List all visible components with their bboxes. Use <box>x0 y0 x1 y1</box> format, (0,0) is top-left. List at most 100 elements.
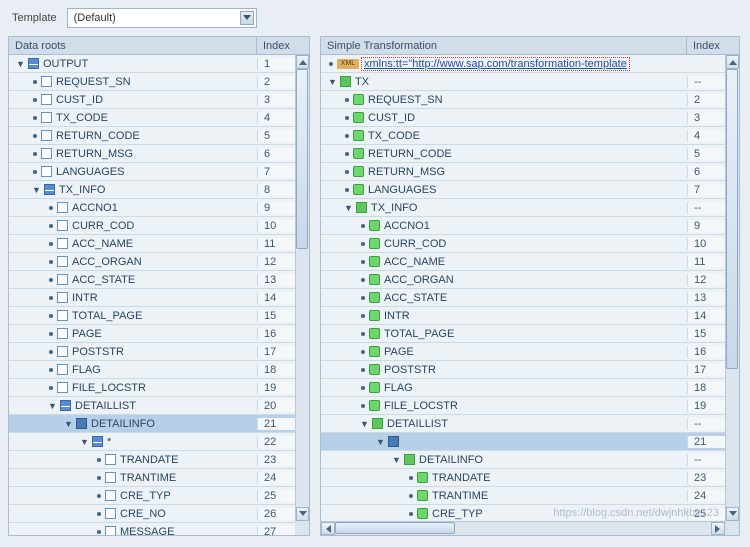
tree-row[interactable]: PAGE16 <box>321 343 739 361</box>
tree-row[interactable]: ▼OUTPUT1 <box>9 55 309 73</box>
tree-row[interactable]: RETURN_MSG6 <box>9 145 309 163</box>
bullet-icon <box>49 206 53 210</box>
col-index[interactable]: Index <box>257 37 309 55</box>
tree-row[interactable]: FLAG18 <box>9 361 309 379</box>
tree-row[interactable]: ACC_ORGAN12 <box>321 271 739 289</box>
bullet-icon <box>49 368 53 372</box>
template-dropdown[interactable]: (Default) <box>67 8 257 28</box>
tree-row[interactable]: ▼DETAILLIST-- <box>321 415 739 433</box>
tree-row[interactable]: LANGUAGES7 <box>9 163 309 181</box>
toggle-icon[interactable]: ▼ <box>63 418 74 429</box>
scrollbar-horizontal[interactable] <box>321 521 725 535</box>
right-tree: XMLxmlns:tt="http://www.sap.com/transfor… <box>321 55 739 535</box>
toggle-icon[interactable]: ▼ <box>375 436 386 447</box>
tree-row[interactable]: INTR14 <box>321 307 739 325</box>
tree-row[interactable]: TRANTIME24 <box>9 469 309 487</box>
scroll-up-icon[interactable] <box>726 55 739 69</box>
tree-row[interactable]: TOTAL_PAGE15 <box>9 307 309 325</box>
tbl-icon <box>28 58 39 69</box>
bullet-icon <box>49 332 53 336</box>
col-index[interactable]: Index <box>687 37 739 55</box>
tree-row[interactable]: RETURN_MSG6 <box>321 163 739 181</box>
node-label: CRE_TYP <box>432 508 483 520</box>
toggle-icon[interactable]: ▼ <box>359 418 370 429</box>
bullet-icon <box>33 134 37 138</box>
tree-row[interactable]: CURR_COD10 <box>9 217 309 235</box>
box-icon <box>57 202 68 213</box>
tree-row[interactable]: ACC_NAME11 <box>9 235 309 253</box>
tree-row[interactable]: REQUEST_SN2 <box>9 73 309 91</box>
tree-row[interactable]: POSTSTR17 <box>9 343 309 361</box>
tree-row[interactable]: FILE_LOCSTR19 <box>9 379 309 397</box>
scroll-right-icon[interactable] <box>711 522 725 535</box>
scroll-track[interactable] <box>726 69 739 507</box>
scrollbar-vertical[interactable] <box>725 55 739 535</box>
tree-row[interactable]: REQUEST_SN2 <box>321 91 739 109</box>
box-icon <box>105 454 116 465</box>
chevron-down-icon[interactable] <box>240 11 254 25</box>
xml-header-row[interactable]: XMLxmlns:tt="http://www.sap.com/transfor… <box>321 55 739 73</box>
tree-row[interactable]: ▼DETAILINFO-- <box>321 451 739 469</box>
bullet-icon <box>361 350 365 354</box>
tree-row[interactable]: TRANDATE23 <box>9 451 309 469</box>
tree-row[interactable]: TRANTIME24 <box>321 487 739 505</box>
tree-row[interactable]: FLAG18 <box>321 379 739 397</box>
tree-row[interactable]: ▼TX-- <box>321 73 739 91</box>
tree-row[interactable]: ACC_STATE13 <box>9 271 309 289</box>
box-icon <box>57 238 68 249</box>
tree-row[interactable]: TX_CODE4 <box>9 109 309 127</box>
tree-row[interactable]: ▼DETAILLIST20 <box>9 397 309 415</box>
grn-icon <box>369 310 380 321</box>
tree-row[interactable]: CURR_COD10 <box>321 235 739 253</box>
scroll-down-icon[interactable] <box>726 507 739 521</box>
tree-row[interactable]: ACC_ORGAN12 <box>9 253 309 271</box>
box-icon <box>57 292 68 303</box>
tree-row[interactable]: FILE_LOCSTR19 <box>321 397 739 415</box>
tree-row[interactable]: PAGE16 <box>9 325 309 343</box>
toggle-icon[interactable]: ▼ <box>15 58 26 69</box>
tree-row[interactable]: ▼21 <box>321 433 739 451</box>
scroll-down-icon[interactable] <box>296 507 309 521</box>
bullet-icon <box>49 242 53 246</box>
tree-row[interactable]: TRANDATE23 <box>321 469 739 487</box>
toggle-icon[interactable]: ▼ <box>79 436 90 447</box>
tree-row[interactable]: CRE_NO26 <box>9 505 309 523</box>
tree-row[interactable]: ▼*22 <box>9 433 309 451</box>
tree-row[interactable]: ▼TX_INFO8 <box>9 181 309 199</box>
bullet-icon <box>361 386 365 390</box>
tree-row[interactable]: ACCNO19 <box>321 217 739 235</box>
toggle-icon[interactable]: ▼ <box>47 400 58 411</box>
node-label: CURR_COD <box>72 220 134 232</box>
tree-row[interactable]: CUST_ID3 <box>321 109 739 127</box>
tree-row[interactable]: ▼TX_INFO-- <box>321 199 739 217</box>
tree-row[interactable]: MESSAGE27 <box>9 523 309 535</box>
xml-namespace[interactable]: xmlns:tt="http://www.sap.com/transformat… <box>364 58 627 70</box>
toggle-icon[interactable]: ▼ <box>327 76 338 87</box>
scroll-thumb[interactable] <box>726 69 738 369</box>
scroll-left-icon[interactable] <box>321 522 335 535</box>
col-name[interactable]: Data roots <box>9 37 257 55</box>
scroll-track[interactable] <box>296 69 309 507</box>
tree-row[interactable]: ACC_NAME11 <box>321 253 739 271</box>
scroll-thumb[interactable] <box>335 522 455 534</box>
tree-row[interactable]: TX_CODE4 <box>321 127 739 145</box>
scroll-thumb[interactable] <box>296 69 308 249</box>
tree-row[interactable]: ACCNO19 <box>9 199 309 217</box>
scrollbar-vertical[interactable] <box>295 55 309 535</box>
tree-row[interactable]: TOTAL_PAGE15 <box>321 325 739 343</box>
toggle-icon[interactable]: ▼ <box>31 184 42 195</box>
tree-row[interactable]: RETURN_CODE5 <box>321 145 739 163</box>
tree-row[interactable]: LANGUAGES7 <box>321 181 739 199</box>
tree-row[interactable]: INTR14 <box>9 289 309 307</box>
tree-row[interactable]: ▼DETAILINFO21 <box>9 415 309 433</box>
scroll-up-icon[interactable] <box>296 55 309 69</box>
col-name[interactable]: Simple Transformation <box>321 37 687 55</box>
toggle-icon[interactable]: ▼ <box>343 202 354 213</box>
tree-row[interactable]: POSTSTR17 <box>321 361 739 379</box>
tree-row[interactable]: ACC_STATE13 <box>321 289 739 307</box>
tree-row[interactable]: RETURN_CODE5 <box>9 127 309 145</box>
toggle-icon[interactable]: ▼ <box>391 454 402 465</box>
tree-row[interactable]: CRE_TYP25 <box>9 487 309 505</box>
grn-icon <box>369 274 380 285</box>
tree-row[interactable]: CUST_ID3 <box>9 91 309 109</box>
